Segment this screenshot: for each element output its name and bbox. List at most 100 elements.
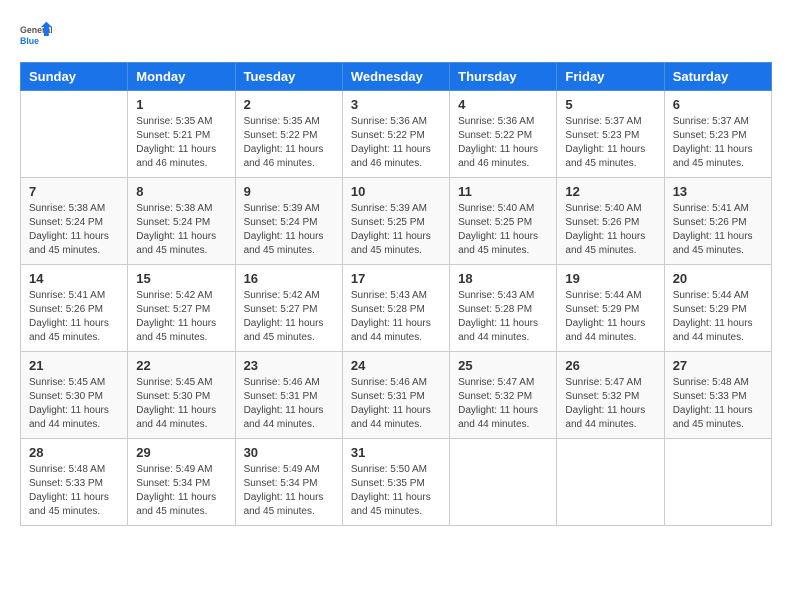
calendar-cell: 3Sunrise: 5:36 AM Sunset: 5:22 PM Daylig…	[342, 91, 449, 178]
weekday-header-wednesday: Wednesday	[342, 63, 449, 91]
day-number: 20	[673, 271, 763, 286]
calendar-cell: 5Sunrise: 5:37 AM Sunset: 5:23 PM Daylig…	[557, 91, 664, 178]
calendar-cell: 11Sunrise: 5:40 AM Sunset: 5:25 PM Dayli…	[450, 178, 557, 265]
page-header: General Blue	[20, 20, 772, 52]
calendar-cell: 22 Sunrise: 5:45 AM Sunset: 5:30 PM Dayli…	[128, 352, 235, 439]
day-number: 19	[565, 271, 655, 286]
day-info: Sunrise: 5:37 AM Sunset: 5:23 PM Dayligh…	[565, 115, 655, 171]
calendar-table: SundayMondayTuesdayWednesdayThursdayFrid…	[20, 62, 772, 526]
calendar-cell: 13 Sunrise: 5:41 AM Sunset: 5:26 PM Dayli…	[664, 178, 771, 265]
day-number: 29	[136, 445, 226, 460]
calendar-cell: 29Sunrise: 5:49 AM Sunset: 5:34 PM Dayli…	[128, 439, 235, 526]
day-info: Sunrise: 5:50 AM Sunset: 5:35 PM Dayligh…	[351, 463, 441, 519]
day-number: 17	[351, 271, 441, 286]
day-info: Sunrise: 5:47 AM Sunset: 5:32 PM Dayligh…	[458, 376, 548, 432]
calendar-cell: 18 Sunrise: 5:43 AM Sunset: 5:28 PM Dayli…	[450, 265, 557, 352]
day-number: 22	[136, 358, 226, 373]
day-number: 14	[29, 271, 119, 286]
svg-text:Blue: Blue	[20, 36, 39, 46]
calendar-cell: 28 Sunrise: 5:48 AM Sunset: 5:33 PM Dayli…	[21, 439, 128, 526]
logo: General Blue	[20, 20, 52, 52]
day-info: Sunrise: 5:40 AM Sunset: 5:26 PM Dayligh…	[565, 202, 655, 258]
day-number: 26	[565, 358, 655, 373]
day-number: 2	[244, 97, 334, 112]
day-info: Sunrise: 5:41 AM Sunset: 5:26 PM Dayligh…	[29, 289, 119, 345]
calendar-cell: 20 Sunrise: 5:44 AM Sunset: 5:29 PM Dayli…	[664, 265, 771, 352]
day-number: 18	[458, 271, 548, 286]
calendar-cell: 16 Sunrise: 5:42 AM Sunset: 5:27 PM Dayli…	[235, 265, 342, 352]
day-info: Sunrise: 5:37 AM Sunset: 5:23 PM Dayligh…	[673, 115, 763, 171]
calendar-cell: 10 Sunrise: 5:39 AM Sunset: 5:25 PM Dayli…	[342, 178, 449, 265]
weekday-header-sunday: Sunday	[21, 63, 128, 91]
calendar-week-1: 1Sunrise: 5:35 AM Sunset: 5:21 PM Daylig…	[21, 91, 772, 178]
calendar-cell: 7 Sunrise: 5:38 AM Sunset: 5:24 PM Daylig…	[21, 178, 128, 265]
day-info: Sunrise: 5:43 AM Sunset: 5:28 PM Dayligh…	[458, 289, 548, 345]
calendar-cell	[21, 91, 128, 178]
day-number: 12	[565, 184, 655, 199]
logo-icon: General Blue	[20, 20, 52, 52]
day-info: Sunrise: 5:38 AM Sunset: 5:24 PM Dayligh…	[29, 202, 119, 258]
day-info: Sunrise: 5:49 AM Sunset: 5:34 PM Dayligh…	[244, 463, 334, 519]
day-info: Sunrise: 5:41 AM Sunset: 5:26 PM Dayligh…	[673, 202, 763, 258]
day-number: 15	[136, 271, 226, 286]
day-info: Sunrise: 5:43 AM Sunset: 5:28 PM Dayligh…	[351, 289, 441, 345]
day-info: Sunrise: 5:48 AM Sunset: 5:33 PM Dayligh…	[673, 376, 763, 432]
day-number: 23	[244, 358, 334, 373]
calendar-cell: 9 Sunrise: 5:39 AM Sunset: 5:24 PM Daylig…	[235, 178, 342, 265]
calendar-cell: 17 Sunrise: 5:43 AM Sunset: 5:28 PM Dayli…	[342, 265, 449, 352]
day-info: Sunrise: 5:44 AM Sunset: 5:29 PM Dayligh…	[565, 289, 655, 345]
calendar-cell: 14 Sunrise: 5:41 AM Sunset: 5:26 PM Dayli…	[21, 265, 128, 352]
calendar-week-4: 21 Sunrise: 5:45 AM Sunset: 5:30 PM Dayli…	[21, 352, 772, 439]
day-number: 7	[29, 184, 119, 199]
weekday-header-saturday: Saturday	[664, 63, 771, 91]
calendar-cell: 15 Sunrise: 5:42 AM Sunset: 5:27 PM Dayli…	[128, 265, 235, 352]
calendar-cell: 21 Sunrise: 5:45 AM Sunset: 5:30 PM Dayli…	[21, 352, 128, 439]
calendar-week-3: 14 Sunrise: 5:41 AM Sunset: 5:26 PM Dayli…	[21, 265, 772, 352]
calendar-cell: 6 Sunrise: 5:37 AM Sunset: 5:23 PM Daylig…	[664, 91, 771, 178]
day-info: Sunrise: 5:35 AM Sunset: 5:21 PM Dayligh…	[136, 115, 226, 171]
weekday-header-monday: Monday	[128, 63, 235, 91]
day-number: 30	[244, 445, 334, 460]
day-number: 3	[351, 97, 441, 112]
day-number: 8	[136, 184, 226, 199]
calendar-cell: 1Sunrise: 5:35 AM Sunset: 5:21 PM Daylig…	[128, 91, 235, 178]
calendar-cell	[557, 439, 664, 526]
calendar-cell: 19 Sunrise: 5:44 AM Sunset: 5:29 PM Dayli…	[557, 265, 664, 352]
day-number: 9	[244, 184, 334, 199]
day-info: Sunrise: 5:40 AM Sunset: 5:25 PM Dayligh…	[458, 202, 548, 258]
calendar-cell: 30 Sunrise: 5:49 AM Sunset: 5:34 PM Dayli…	[235, 439, 342, 526]
day-number: 6	[673, 97, 763, 112]
day-number: 27	[673, 358, 763, 373]
day-number: 28	[29, 445, 119, 460]
day-number: 24	[351, 358, 441, 373]
calendar-cell: 27 Sunrise: 5:48 AM Sunset: 5:33 PM Dayli…	[664, 352, 771, 439]
day-info: Sunrise: 5:42 AM Sunset: 5:27 PM Dayligh…	[136, 289, 226, 345]
day-info: Sunrise: 5:45 AM Sunset: 5:30 PM Dayligh…	[29, 376, 119, 432]
day-number: 4	[458, 97, 548, 112]
day-info: Sunrise: 5:44 AM Sunset: 5:29 PM Dayligh…	[673, 289, 763, 345]
calendar-week-5: 28 Sunrise: 5:48 AM Sunset: 5:33 PM Dayli…	[21, 439, 772, 526]
day-info: Sunrise: 5:46 AM Sunset: 5:31 PM Dayligh…	[351, 376, 441, 432]
day-info: Sunrise: 5:45 AM Sunset: 5:30 PM Dayligh…	[136, 376, 226, 432]
calendar-cell: 26 Sunrise: 5:47 AM Sunset: 5:32 PM Dayli…	[557, 352, 664, 439]
weekday-header-thursday: Thursday	[450, 63, 557, 91]
day-number: 21	[29, 358, 119, 373]
day-info: Sunrise: 5:39 AM Sunset: 5:24 PM Dayligh…	[244, 202, 334, 258]
day-info: Sunrise: 5:42 AM Sunset: 5:27 PM Dayligh…	[244, 289, 334, 345]
day-info: Sunrise: 5:39 AM Sunset: 5:25 PM Dayligh…	[351, 202, 441, 258]
calendar-week-2: 7 Sunrise: 5:38 AM Sunset: 5:24 PM Daylig…	[21, 178, 772, 265]
day-info: Sunrise: 5:47 AM Sunset: 5:32 PM Dayligh…	[565, 376, 655, 432]
day-number: 10	[351, 184, 441, 199]
day-info: Sunrise: 5:48 AM Sunset: 5:33 PM Dayligh…	[29, 463, 119, 519]
calendar-cell: 25Sunrise: 5:47 AM Sunset: 5:32 PM Dayli…	[450, 352, 557, 439]
day-number: 16	[244, 271, 334, 286]
calendar-cell: 31Sunrise: 5:50 AM Sunset: 5:35 PM Dayli…	[342, 439, 449, 526]
day-number: 13	[673, 184, 763, 199]
calendar-cell: 2 Sunrise: 5:35 AM Sunset: 5:22 PM Daylig…	[235, 91, 342, 178]
calendar-cell: 24 Sunrise: 5:46 AM Sunset: 5:31 PM Dayli…	[342, 352, 449, 439]
day-info: Sunrise: 5:46 AM Sunset: 5:31 PM Dayligh…	[244, 376, 334, 432]
day-info: Sunrise: 5:38 AM Sunset: 5:24 PM Dayligh…	[136, 202, 226, 258]
calendar-cell	[664, 439, 771, 526]
weekday-header-row: SundayMondayTuesdayWednesdayThursdayFrid…	[21, 63, 772, 91]
day-info: Sunrise: 5:35 AM Sunset: 5:22 PM Dayligh…	[244, 115, 334, 171]
